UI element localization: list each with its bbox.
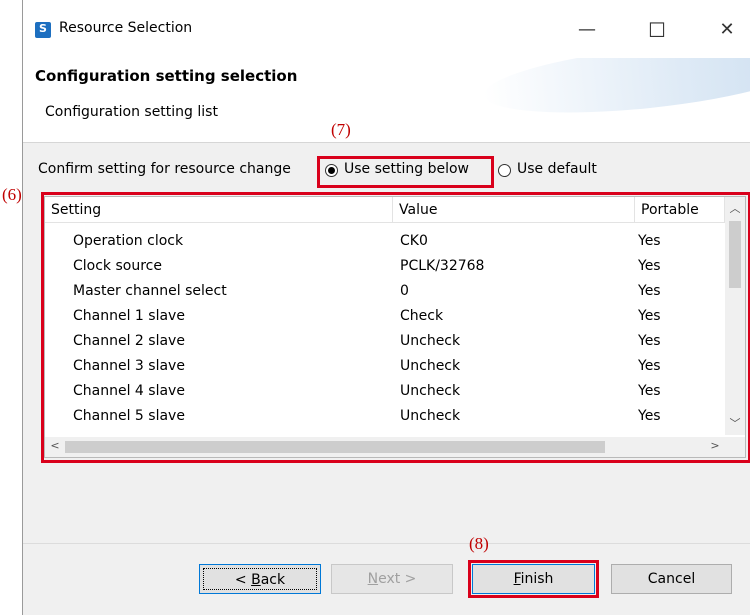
resource-selection-dialog: Resource Selection — ☐ ✕ Configuration s… — [22, 0, 750, 615]
highlight-box-6 — [41, 192, 750, 463]
app-logo-icon — [35, 22, 51, 38]
annotation-6: (6) — [2, 185, 22, 204]
confirm-label: Confirm setting for resource change — [38, 161, 291, 177]
maximize-button[interactable]: ☐ — [637, 14, 677, 46]
annotation-7: (7) — [331, 120, 351, 139]
radio-label-use-default[interactable]: Use default — [517, 161, 597, 177]
back-button-label: < Back — [203, 568, 317, 590]
next-button[interactable]: Next > — [331, 564, 453, 594]
window-title: Resource Selection — [59, 20, 193, 36]
back-button[interactable]: < Back — [199, 564, 321, 594]
next-label: ext > — [378, 571, 417, 587]
close-button[interactable]: ✕ — [707, 14, 747, 46]
title-bar: Resource Selection — ☐ ✕ — [23, 0, 750, 58]
wizard-header: Configuration setting selection Configur… — [23, 58, 750, 143]
radio-use-default[interactable] — [498, 164, 511, 177]
page-title: Configuration setting selection — [35, 67, 298, 85]
next-mnemonic: N — [367, 571, 379, 587]
page-subtitle: Configuration setting list — [45, 104, 218, 120]
header-banner-graphic — [480, 58, 750, 126]
annotation-8: (8) — [469, 534, 489, 553]
footer-divider — [23, 543, 750, 544]
highlight-box-8 — [468, 560, 599, 598]
cancel-button[interactable]: Cancel — [611, 564, 732, 594]
highlight-box-7 — [317, 156, 494, 188]
minimize-button[interactable]: — — [567, 14, 607, 46]
